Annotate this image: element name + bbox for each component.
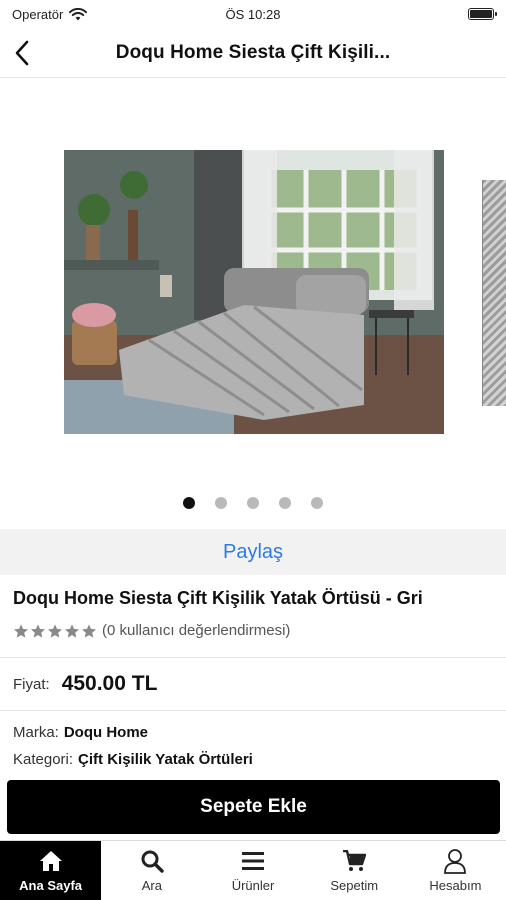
battery-icon <box>468 8 497 20</box>
star-icon <box>14 623 28 638</box>
category-row: Kategori: Çift Kişilik Yatak Örtüleri <box>13 751 253 768</box>
category-label: Kategori: <box>13 751 74 768</box>
cart-icon <box>341 848 367 874</box>
tab-cart[interactable]: Sepetim <box>304 841 405 900</box>
brand-row: Marka: Doqu Home <box>13 724 148 741</box>
product-image[interactable] <box>64 150 444 434</box>
share-button[interactable]: Paylaş <box>0 529 506 575</box>
page-title: Doqu Home Siesta Çift Kişili... <box>115 41 391 63</box>
brand-label: Marka: <box>13 724 59 741</box>
user-icon <box>442 848 468 874</box>
search-icon <box>139 848 165 874</box>
pagination-dot[interactable] <box>311 497 323 509</box>
tab-products[interactable]: Ürünler <box>202 841 303 900</box>
product-image-gallery[interactable] <box>0 79 506 529</box>
tab-bar: Ana Sayfa Ara Ürünler Sepetim Hesabım <box>0 840 506 900</box>
tab-label: Hesabım <box>429 878 482 893</box>
price-row: Fiyat: 450.00 TL <box>13 672 157 696</box>
rating-stars <box>13 623 97 639</box>
pagination-dot[interactable] <box>279 497 291 509</box>
tab-account[interactable]: Hesabım <box>405 841 506 900</box>
rating-row: (0 kullanıcı değerlendirmesi) <box>13 622 290 639</box>
price-value: 450.00 TL <box>61 672 158 695</box>
tab-label: Ana Sayfa <box>19 878 83 893</box>
star-icon <box>48 623 62 638</box>
pagination-dot[interactable] <box>183 497 195 509</box>
gallery-pagination <box>0 497 506 509</box>
tab-label: Ara <box>141 878 162 893</box>
tab-search[interactable]: Ara <box>101 841 202 900</box>
status-bar: Operatör ÖS 10:28 <box>0 0 506 28</box>
status-time: ÖS 10:28 <box>225 6 281 22</box>
brand-value[interactable]: Doqu Home <box>64 724 148 741</box>
tab-home[interactable]: Ana Sayfa <box>0 841 102 900</box>
next-product-image[interactable] <box>482 180 506 406</box>
price-label: Fiyat: <box>13 675 50 693</box>
category-value[interactable]: Çift Kişilik Yatak Örtüleri <box>78 751 253 768</box>
divider <box>0 657 506 658</box>
pagination-dot[interactable] <box>247 497 259 509</box>
home-icon <box>38 848 64 874</box>
pagination-dot[interactable] <box>215 497 227 509</box>
divider <box>0 710 506 711</box>
menu-icon <box>240 848 266 874</box>
tab-label: Sepetim <box>330 878 379 893</box>
back-button[interactable] <box>2 28 42 78</box>
star-icon <box>65 623 79 638</box>
chevron-left-icon <box>15 40 29 65</box>
tab-label: Ürünler <box>231 878 275 893</box>
add-to-cart-button[interactable]: Sepete Ekle <box>7 780 500 834</box>
star-icon <box>31 623 45 638</box>
navigation-bar: Doqu Home Siesta Çift Kişili... <box>0 28 506 78</box>
star-icon <box>82 623 96 638</box>
rating-text[interactable]: (0 kullanıcı değerlendirmesi) <box>102 622 290 639</box>
product-title: Doqu Home Siesta Çift Kişilik Yatak Örtü… <box>13 588 423 608</box>
